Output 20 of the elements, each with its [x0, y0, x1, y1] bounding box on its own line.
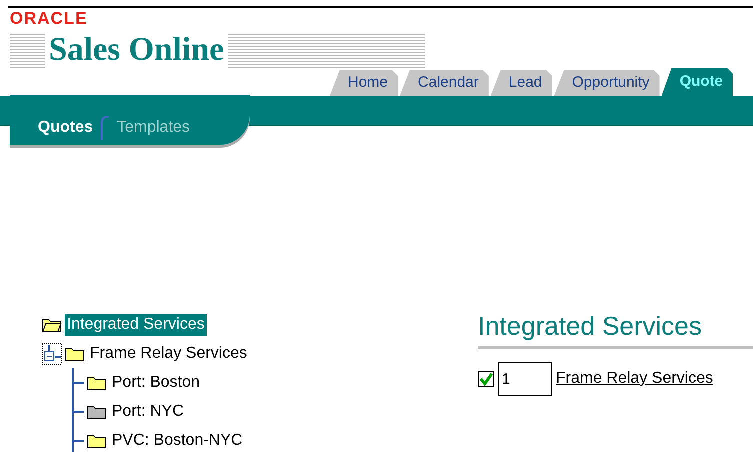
tree-item[interactable]: Frame Relay Services — [88, 342, 250, 364]
company-logo: ORACLE — [10, 11, 88, 27]
tree-item[interactable]: PVC: Boston-NYC — [110, 430, 245, 452]
nav-tab[interactable]: Opportunity — [554, 70, 660, 96]
collapse-icon[interactable] — [42, 342, 62, 364]
nav-tab[interactable]: Home — [330, 70, 398, 96]
subtab[interactable]: Quotes — [38, 116, 94, 140]
nav-tab[interactable]: Lead — [490, 70, 552, 96]
tree-item[interactable]: Integrated Services — [65, 314, 207, 336]
item-link[interactable]: Frame Relay Services — [556, 367, 714, 391]
section-heading: Integrated Services — [478, 310, 704, 342]
quantity-field[interactable]: 1 — [498, 362, 552, 396]
subtab[interactable]: Templates — [117, 116, 190, 140]
nav-tab[interactable]: Calendar — [400, 70, 489, 96]
nav-tab[interactable]: Quote — [662, 68, 734, 96]
product-name: Sales Online — [45, 32, 228, 68]
tree-item[interactable]: Port: NYC — [110, 400, 186, 422]
subtab-separator — [101, 116, 110, 140]
tree-item[interactable]: Port: Boston — [110, 372, 202, 394]
checkbox[interactable] — [478, 371, 494, 387]
